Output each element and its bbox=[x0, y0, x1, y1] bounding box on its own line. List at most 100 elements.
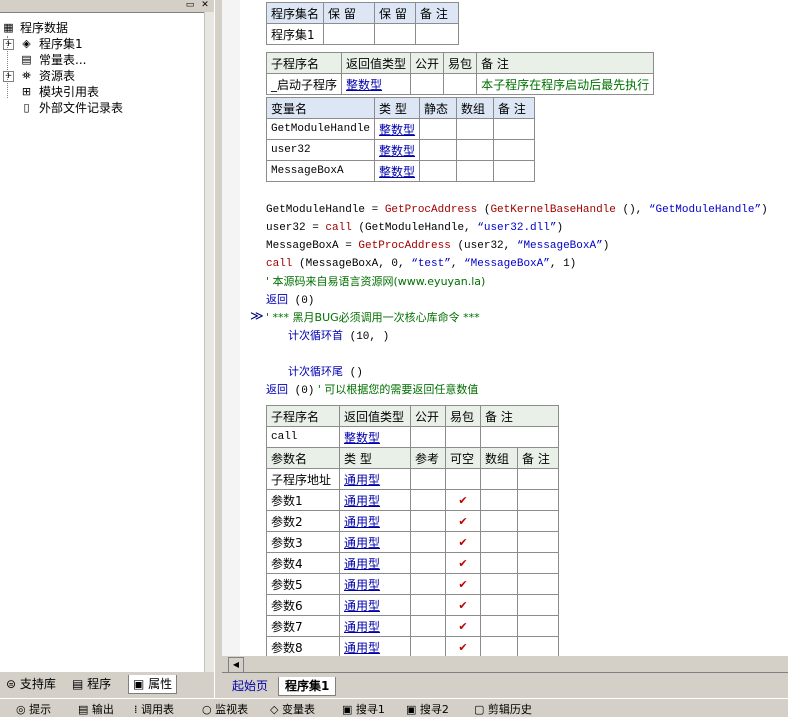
tree-item-module-refs[interactable]: ⊞ 模块引用表 bbox=[0, 84, 210, 100]
param-type-cell[interactable]: 通用型 bbox=[339, 552, 411, 574]
return-type-cell[interactable]: 整数型 bbox=[339, 426, 411, 448]
code-line[interactable]: call (MessageBoxA, 0, “test”, “MessageBo… bbox=[266, 255, 576, 273]
table-cell[interactable] bbox=[480, 426, 559, 448]
param-nullable-cell[interactable] bbox=[445, 468, 481, 490]
param-remark-cell[interactable] bbox=[517, 636, 559, 656]
param-row[interactable]: 参数6 通用型 ✔ bbox=[266, 594, 559, 616]
code-comment[interactable]: ' 本源码来自易语言资源网(www.eyuyan.la) bbox=[266, 273, 485, 291]
param-row[interactable]: 参数2 通用型 ✔ bbox=[266, 510, 559, 532]
table-cell[interactable] bbox=[456, 139, 495, 161]
param-row[interactable]: 参数3 通用型 ✔ bbox=[266, 531, 559, 553]
param-ref-cell[interactable] bbox=[410, 594, 446, 616]
panel-close-icon[interactable]: ✕ bbox=[199, 0, 211, 11]
param-nullable-cell[interactable]: ✔ bbox=[445, 510, 481, 532]
bottom-tab-watch[interactable]: ○ 监视表 bbox=[202, 703, 248, 717]
tab-support-library[interactable]: ⊜ 支持库 bbox=[2, 675, 60, 693]
param-remark-cell[interactable] bbox=[517, 510, 559, 532]
var-name-cell[interactable]: GetModuleHandle bbox=[265, 118, 376, 140]
table-cell[interactable] bbox=[419, 139, 458, 161]
code-line[interactable]: user32 = call (GetModuleHandle, “user32.… bbox=[266, 219, 563, 237]
table-cell[interactable] bbox=[456, 118, 495, 140]
subroutine-name-cell[interactable]: _启动子程序 bbox=[265, 73, 343, 95]
tab-start-page[interactable]: 起始页 bbox=[226, 677, 274, 695]
param-row[interactable]: 参数8 通用型 ✔ bbox=[266, 636, 559, 656]
table-cell[interactable] bbox=[493, 160, 536, 182]
tab-program[interactable]: ▤ 程序 bbox=[68, 675, 115, 693]
param-nullable-cell[interactable]: ✔ bbox=[445, 636, 481, 656]
tree-item-assembly[interactable]: + ◈ 程序集1 bbox=[0, 36, 210, 52]
bottom-tab-callstack[interactable]: ⁞ 调用表 bbox=[134, 703, 174, 717]
param-type-cell[interactable]: 通用型 bbox=[339, 510, 411, 532]
param-row[interactable]: 参数4 通用型 ✔ bbox=[266, 552, 559, 574]
param-array-cell[interactable] bbox=[480, 636, 518, 656]
param-ref-cell[interactable] bbox=[410, 531, 446, 553]
table-cell[interactable] bbox=[323, 23, 376, 45]
param-array-cell[interactable] bbox=[480, 615, 518, 637]
param-ref-cell[interactable] bbox=[410, 468, 446, 490]
var-name-cell[interactable]: user32 bbox=[265, 139, 376, 161]
table-row[interactable]: MessageBoxA 整数型 bbox=[265, 160, 536, 182]
param-array-cell[interactable] bbox=[480, 468, 518, 490]
param-name-cell[interactable]: 参数6 bbox=[266, 594, 340, 616]
table-cell[interactable] bbox=[493, 139, 536, 161]
expand-icon[interactable]: + bbox=[3, 39, 14, 50]
horizontal-scrollbar[interactable]: ◀ bbox=[222, 656, 788, 673]
return-type-cell[interactable]: 整数型 bbox=[341, 73, 412, 95]
param-type-cell[interactable]: 通用型 bbox=[339, 573, 411, 595]
param-row[interactable]: 参数7 通用型 ✔ bbox=[266, 615, 559, 637]
table-row[interactable]: call 整数型 bbox=[266, 426, 559, 448]
param-array-cell[interactable] bbox=[480, 552, 518, 574]
var-name-cell[interactable]: MessageBoxA bbox=[265, 160, 376, 182]
table-cell[interactable] bbox=[456, 160, 495, 182]
param-remark-cell[interactable] bbox=[517, 531, 559, 553]
bottom-tab-output[interactable]: ▤ 输出 bbox=[78, 703, 114, 717]
param-nullable-cell[interactable]: ✔ bbox=[445, 552, 481, 574]
param-type-cell[interactable]: 通用型 bbox=[339, 468, 411, 490]
param-ref-cell[interactable] bbox=[410, 615, 446, 637]
code-line[interactable]: 返回 (0) ' 可以根据您的需要返回任意数值 bbox=[266, 381, 478, 399]
param-nullable-cell[interactable]: ✔ bbox=[445, 531, 481, 553]
code-line[interactable]: 返回 (0) bbox=[266, 291, 314, 309]
bottom-tab-clipboard[interactable]: ▢ 剪辑历史 bbox=[474, 703, 532, 717]
table-row[interactable]: _启动子程序 整数型 本子程序在程序启动后最先执行 bbox=[265, 73, 655, 95]
left-scrollbar[interactable] bbox=[204, 12, 214, 672]
param-type-cell[interactable]: 通用型 bbox=[339, 594, 411, 616]
code-line[interactable]: GetModuleHandle = GetProcAddress (GetKer… bbox=[266, 201, 768, 219]
param-type-cell[interactable]: 通用型 bbox=[339, 531, 411, 553]
table-cell[interactable] bbox=[374, 23, 417, 45]
param-array-cell[interactable] bbox=[480, 489, 518, 511]
param-array-cell[interactable] bbox=[480, 573, 518, 595]
param-remark-cell[interactable] bbox=[517, 468, 559, 490]
param-array-cell[interactable] bbox=[480, 531, 518, 553]
param-nullable-cell[interactable]: ✔ bbox=[445, 489, 481, 511]
table-cell[interactable] bbox=[419, 118, 458, 140]
var-type-cell[interactable]: 整数型 bbox=[374, 118, 421, 140]
param-remark-cell[interactable] bbox=[517, 489, 559, 511]
tree-root[interactable]: ▦ 程序数据 bbox=[0, 20, 210, 36]
bottom-tab-variables[interactable]: ◇ 变量表 bbox=[270, 703, 315, 717]
subroutine-name-cell[interactable]: call bbox=[266, 426, 340, 448]
code-comment[interactable]: ' *** 黑月BUG必须调用一次核心库命令 *** bbox=[266, 309, 480, 327]
bottom-tab-search2[interactable]: ▣ 搜寻2 bbox=[406, 703, 449, 717]
expand-icon[interactable]: + bbox=[3, 71, 14, 82]
table-cell[interactable] bbox=[410, 426, 446, 448]
code-line[interactable]: 计次循环尾 () bbox=[288, 363, 363, 381]
param-name-cell[interactable]: 参数1 bbox=[266, 489, 340, 511]
param-ref-cell[interactable] bbox=[410, 552, 446, 574]
param-ref-cell[interactable] bbox=[410, 489, 446, 511]
param-remark-cell[interactable] bbox=[517, 615, 559, 637]
param-ref-cell[interactable] bbox=[410, 573, 446, 595]
tree-item-external-files[interactable]: ▯ 外部文件记录表 bbox=[0, 100, 210, 116]
param-type-cell[interactable]: 通用型 bbox=[339, 636, 411, 656]
table-cell[interactable] bbox=[410, 73, 445, 95]
param-type-cell[interactable]: 通用型 bbox=[339, 489, 411, 511]
table-row[interactable]: user32 整数型 bbox=[265, 139, 536, 161]
assembly-name-cell[interactable]: 程序集1 bbox=[265, 23, 325, 45]
param-remark-cell[interactable] bbox=[517, 573, 559, 595]
param-array-cell[interactable] bbox=[480, 594, 518, 616]
table-cell[interactable] bbox=[445, 426, 481, 448]
table-row[interactable]: 程序集1 bbox=[265, 23, 460, 45]
remark-cell[interactable]: 本子程序在程序启动后最先执行 bbox=[476, 73, 655, 95]
table-cell[interactable] bbox=[493, 118, 536, 140]
var-type-cell[interactable]: 整数型 bbox=[374, 139, 421, 161]
